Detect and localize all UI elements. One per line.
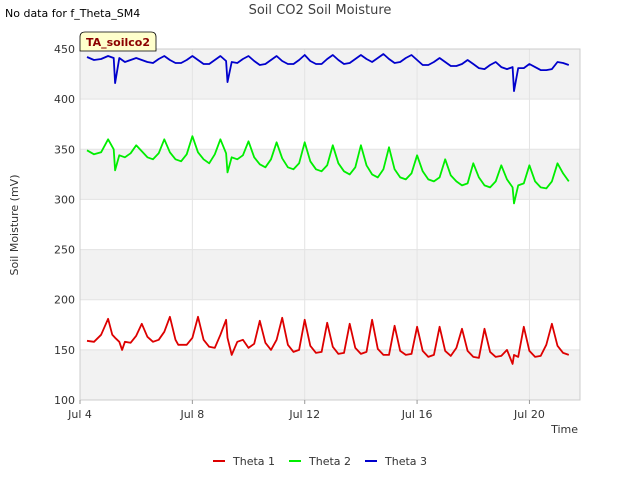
x-tick-label: Jul 8 [179,408,204,421]
legend-label: Theta 1 [232,455,275,468]
y-tick-label: 450 [54,43,75,56]
background-band [80,249,580,300]
y-tick-label: 400 [54,93,75,106]
x-axis-label: Time [550,423,578,436]
y-tick-label: 300 [54,193,75,206]
y-tick-label: 350 [54,143,75,156]
legend-label: Theta 3 [384,455,427,468]
chart-canvas: 100 150 200 250 300 350 400 450 Jul 4 Jul 8 Jul 1… [8,31,581,468]
y-tick-label: 100 [54,394,75,407]
legend-label: Theta 2 [308,455,351,468]
plot-frame [79,48,581,401]
x-tick-label: Jul 20 [513,408,545,421]
x-tick-label: Jul 12 [288,408,320,421]
legend: Theta 1 Theta 2 Theta 3 [213,455,427,468]
x-tick-label: Jul 4 [67,408,92,421]
annotation-label: TA_soilco2 [86,36,150,49]
x-tick-label: Jul 16 [401,408,433,421]
annotation-box: TA_soilco2 [79,31,157,52]
y-tick-label: 250 [54,244,75,257]
y-tick-label: 200 [54,294,75,307]
y-tick-label: 150 [54,344,75,357]
background-band [80,349,580,400]
y-axis-label: Soil Moisture (mV) [8,175,21,276]
